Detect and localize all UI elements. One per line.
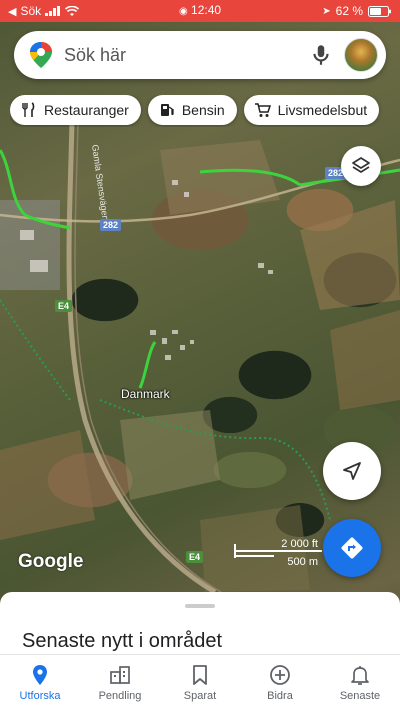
status-time: 12:40	[191, 3, 222, 17]
layers-icon	[352, 157, 370, 173]
bookmark-icon	[193, 665, 207, 685]
signal-icon	[45, 6, 61, 16]
bell-icon	[351, 666, 369, 685]
navigation-arrow-icon	[343, 462, 361, 480]
tab-label: Bidra	[267, 690, 293, 702]
tab-label: Utforska	[19, 690, 61, 702]
tab-contribute[interactable]: Bidra	[240, 655, 320, 711]
tab-saved[interactable]: Sparat	[160, 655, 240, 711]
map-place-label[interactable]: Danmark	[121, 387, 170, 401]
drag-handle[interactable]	[185, 604, 215, 608]
my-location-button[interactable]	[323, 442, 381, 500]
map-scale: 2 000 ft 500 m	[234, 538, 324, 570]
battery-percent: 62 %	[335, 4, 363, 18]
microphone-icon[interactable]	[308, 42, 334, 68]
commute-icon	[110, 666, 130, 684]
scale-metric: 500 m	[287, 556, 318, 568]
sheet-title: Senaste nytt i området	[22, 630, 223, 652]
tab-commute[interactable]: Pendling	[80, 655, 160, 711]
scale-imperial: 2 000 ft	[281, 538, 318, 550]
street-label: Gamla Stensvägen	[90, 144, 111, 221]
avatar[interactable]	[344, 38, 378, 72]
grocery-cart-icon	[254, 103, 271, 117]
tab-label: Senaste	[339, 690, 381, 702]
search-input[interactable]: Sök här	[64, 45, 308, 66]
bottom-navigation: Utforska Pendling Sparat Bidra Senaste	[0, 654, 400, 711]
road-shield-e4: E4	[55, 300, 73, 312]
tab-updates[interactable]: Senaste	[320, 655, 400, 711]
road-shield-282: 282	[100, 219, 122, 231]
layers-button[interactable]	[341, 146, 381, 186]
google-logo: Google	[18, 551, 84, 572]
tab-explore[interactable]: Utforska	[0, 655, 80, 711]
restaurant-icon	[22, 102, 35, 117]
battery-icon	[368, 5, 391, 17]
road-shield-e4: E4	[186, 551, 204, 563]
location-services-icon: ➤	[322, 5, 331, 17]
directions-icon	[341, 537, 363, 559]
category-chips: Restauranger Bensin Livsmedelsbut	[10, 95, 400, 127]
status-bar: ◀ Sök ◉ 12:40 ➤ 62 %	[0, 0, 400, 22]
carrier-label: Sök	[20, 4, 42, 18]
back-arrow-icon[interactable]: ◀	[8, 5, 16, 18]
chip-label: Livsmedelsbut	[277, 102, 368, 118]
chip-restaurants[interactable]: Restauranger	[10, 95, 141, 125]
tab-label: Sparat	[183, 690, 217, 702]
chip-label: Restauranger	[44, 102, 129, 118]
gas-station-icon	[160, 104, 174, 116]
search-bar[interactable]: Sök här	[14, 31, 386, 79]
google-maps-pin-icon	[30, 42, 52, 68]
directions-button[interactable]	[323, 519, 381, 577]
tab-label: Pendling	[98, 690, 142, 702]
chip-label: Bensin	[181, 102, 225, 118]
recording-icon: ◉	[178, 6, 188, 17]
location-pin-icon	[33, 665, 47, 685]
wifi-icon	[65, 5, 80, 16]
add-circle-icon	[270, 665, 290, 685]
chip-gas[interactable]: Bensin	[147, 95, 237, 125]
chip-grocery[interactable]: Livsmedelsbut	[243, 95, 380, 125]
bottom-sheet[interactable]: Senaste nytt i området	[0, 592, 400, 654]
